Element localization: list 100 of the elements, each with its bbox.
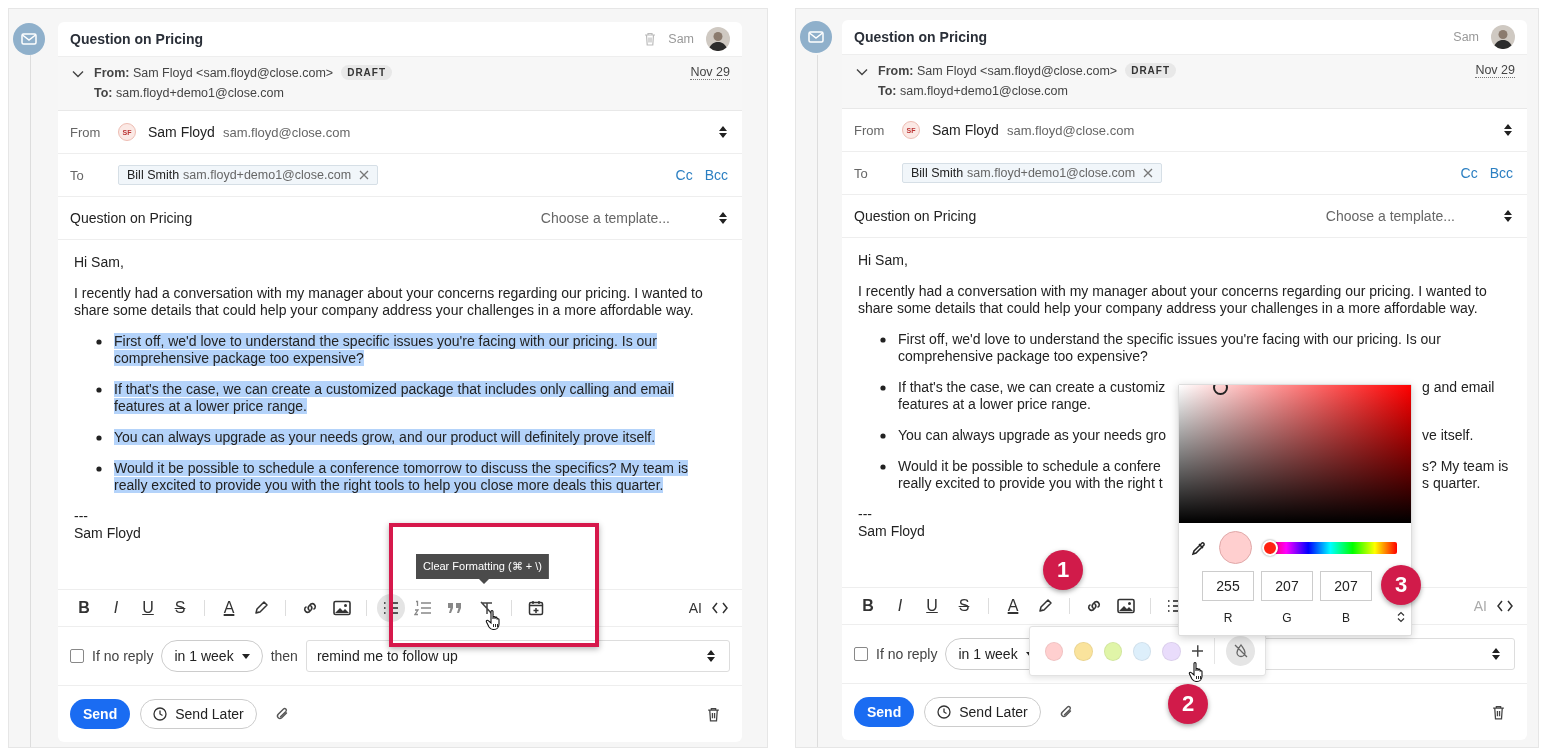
bullet-text: You can always upgrade as your needs gro [898,427,1166,443]
bullet-text: Would it be possible to schedule a conference tomorrow to discuss the specifics? My team is [114,460,688,476]
recipient-chip[interactable]: Bill Smith sam.floyd+demo1@close.com [118,165,379,185]
italic-button[interactable]: I [886,592,914,620]
bullet-icon [96,339,102,345]
color-swatch[interactable] [1103,641,1122,661]
recipient-chip[interactable]: Bill Smith sam.floyd+demo1@close.com [902,163,1163,183]
bullet-text: g and email [1422,379,1495,395]
checkbox[interactable] [70,649,84,663]
highlighter-icon [253,600,269,616]
bullet-icon [96,466,102,472]
signature-line: Sam Floyd [74,525,142,542]
action-select[interactable]: remind me to follow up [305,640,730,672]
bullet-icon [880,385,886,391]
channel-label: R [1223,611,1233,625]
saturation-area[interactable] [1179,385,1411,523]
then-label: then [270,648,298,664]
paperclip-icon[interactable] [274,706,289,722]
link-icon [301,600,319,616]
send-button[interactable]: Send [70,699,131,729]
trash-icon[interactable] [1492,704,1505,720]
sort-arrows-icon [718,211,728,225]
email-date: Nov 29 [1475,63,1515,78]
from-label: From [70,124,102,140]
strike-button[interactable]: S [166,594,194,622]
hue-slider[interactable] [1264,541,1397,554]
code-icon[interactable] [712,602,728,614]
bullet-icon [96,435,102,441]
recipient-line: To: sam.floyd+demo1@close.com [94,86,284,100]
strike-button[interactable]: S [950,592,978,620]
numbered-list-icon [414,600,432,616]
underline-button[interactable]: U [918,592,946,620]
trash-icon[interactable] [707,706,720,722]
signature-line: --- [858,506,873,523]
channel-input[interactable]: 207 [1261,571,1313,601]
template-select[interactable]: Choose a template... [540,210,670,226]
avatar [1491,25,1515,49]
quote-icon [447,602,463,614]
plus-icon[interactable] [1191,645,1204,657]
paperclip-icon[interactable] [1058,704,1073,720]
highlighter-icon [1037,598,1053,614]
followup-label: If no reply [876,646,938,662]
close-icon[interactable] [1143,168,1154,178]
send-button[interactable]: Send [854,697,915,727]
avatar [706,27,730,51]
bullet-text: comprehensive package too expensive? [898,348,1148,364]
bullet-text: First off, we'd love to understand the specific issues you're facing with our pricing. Is our [898,331,1441,347]
cc-link[interactable]: Cc [1460,165,1478,181]
email-subject-title: Question on Pricing [854,29,987,45]
bullet-text: You can always upgrade as your needs grow, and our product will definitely prove itself. [114,429,656,445]
chevron-down-icon[interactable] [856,68,868,76]
bullet-icon [96,387,102,393]
clock-icon [937,705,952,719]
color-swatch[interactable] [1133,641,1152,661]
up-down-icon[interactable] [1397,611,1405,623]
channel-label: G [1282,611,1292,625]
template-select[interactable]: Choose a template... [1325,208,1455,224]
bullet-text: If that's the case, we can create a customized package that includes only calling and email [114,381,674,397]
bullet-text: ve itself. [1422,427,1474,443]
text-color-button[interactable]: A [999,592,1027,620]
bold-button[interactable]: B [854,592,882,620]
checkbox[interactable] [854,647,868,661]
bcc-link[interactable]: Bcc [704,167,728,183]
code-icon[interactable] [1497,600,1513,612]
channel-input[interactable]: 207 [1320,571,1372,601]
cc-link[interactable]: Cc [675,167,693,183]
bullet-icon [880,433,886,439]
chevron-down-icon[interactable] [72,70,84,78]
clear-format-icon [479,600,495,616]
italic-button[interactable]: I [102,594,130,622]
sort-arrows-icon [706,649,716,663]
color-swatch[interactable] [1074,641,1093,661]
draft-tag: DRAFT [1125,63,1177,78]
clock-icon [153,707,168,721]
slider-thumb[interactable] [1262,539,1278,556]
link-icon [1085,598,1103,614]
channel-input[interactable]: 255 [1202,571,1254,601]
bcc-link[interactable]: Bcc [1489,165,1513,181]
color-swatch[interactable] [1045,641,1064,661]
from-label: From [854,122,886,138]
text-color-button[interactable]: A [215,594,243,622]
eyedropper-icon[interactable] [1191,539,1207,556]
greeting-text: Hi Sam, [74,254,125,271]
signature-line: --- [74,508,89,525]
close-icon[interactable] [359,170,370,180]
ai-button[interactable]: AI [682,594,708,622]
no-color-button[interactable] [1226,636,1255,666]
color-swatch[interactable] [1162,641,1181,661]
subject-field[interactable]: Question on Pricing [70,210,193,226]
bold-button[interactable]: B [70,594,98,622]
underline-button[interactable]: U [134,594,162,622]
to-label: To [70,167,85,183]
mail-icon [13,23,45,55]
sort-arrows-icon [718,125,728,139]
subject-field[interactable]: Question on Pricing [854,208,977,224]
mail-icon [800,21,832,53]
owner-name: Sam [668,32,694,46]
bullet-text: s quarter. [1422,475,1481,491]
bullet-list-icon [383,601,399,615]
bullet-icon [880,464,886,470]
